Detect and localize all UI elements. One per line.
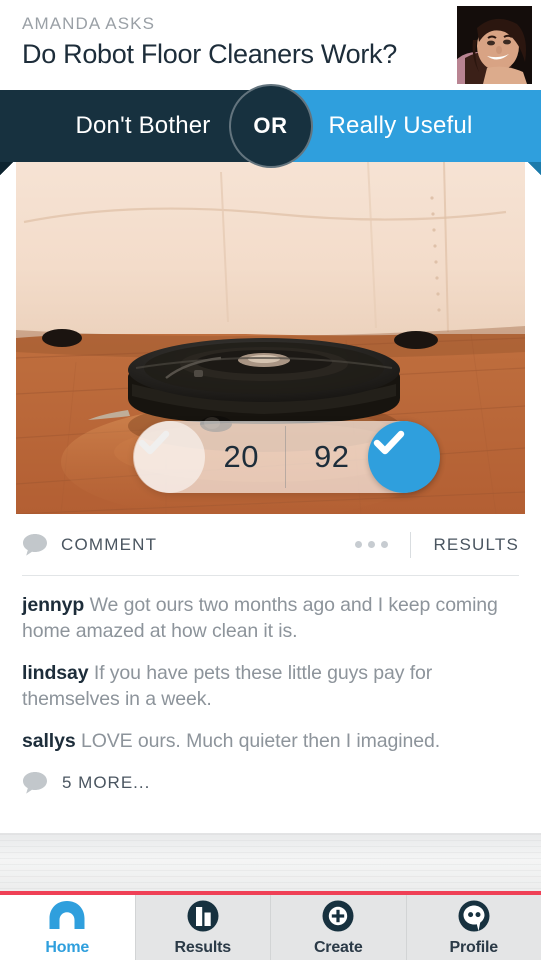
avatar[interactable] [457, 6, 532, 84]
speech-face-icon [458, 900, 490, 931]
question-photo[interactable]: 20 92 [16, 162, 525, 514]
comment-username[interactable]: sallys [22, 730, 76, 752]
vote-count-pill: 20 92 [133, 421, 440, 493]
nav-label-results: Results [174, 938, 232, 956]
nav-label-home: Home [45, 938, 90, 956]
list-item[interactable]: lindsay If you have pets these little gu… [22, 661, 519, 713]
comment-button[interactable]: COMMENT [22, 533, 157, 557]
nav-label-create: Create [313, 938, 363, 956]
ribbon-notch-right [528, 162, 541, 175]
vote-option-bar: Don't Bother Really Useful OR [0, 84, 541, 175]
next-card-peek[interactable] [0, 833, 541, 892]
bar-chart-circle-icon [187, 900, 219, 931]
comment-username[interactable]: lindsay [22, 662, 89, 684]
bottom-navigation: Home Results Create Profile [0, 895, 541, 960]
action-bar-divider [410, 531, 412, 558]
nav-item-home[interactable]: Home [0, 895, 136, 960]
nav-label-profile: Profile [449, 938, 499, 956]
ribbon-notch-left [0, 162, 13, 175]
question-header: AMANDA ASKS Do Robot Floor Cleaners Work… [0, 0, 541, 90]
page-title: Do Robot Floor Cleaners Work? [22, 39, 397, 69]
more-comments-button[interactable]: 5 MORE... [22, 771, 519, 795]
comment-username[interactable]: jennyp [22, 594, 84, 616]
vote-count-left: 20 [223, 439, 259, 474]
action-bar: COMMENT RESULTS [22, 514, 519, 576]
home-arch-icon [49, 900, 85, 929]
app-screen: AMANDA ASKS Do Robot Floor Cleaners Work… [0, 0, 541, 960]
check-icon-unselected [138, 430, 170, 455]
nav-item-profile[interactable]: Profile [407, 895, 541, 960]
ellipsis-icon[interactable] [355, 541, 389, 548]
comment-label: COMMENT [61, 534, 158, 554]
more-comments-label: 5 MORE... [62, 772, 151, 792]
or-divider-badge: OR [228, 84, 313, 168]
list-item[interactable]: sallys LOVE ours. Much quieter then I im… [22, 729, 519, 755]
list-item[interactable]: jennyp We got ours two months ago and I … [22, 593, 519, 645]
comment-list: jennyp We got ours two months ago and I … [0, 576, 541, 795]
check-icon-selected [373, 430, 405, 455]
vote-button-left[interactable] [133, 421, 205, 493]
speech-bubble-icon [23, 771, 47, 794]
nav-item-results[interactable]: Results [136, 895, 271, 960]
nav-item-create[interactable]: Create [271, 895, 407, 960]
vote-count-right: 92 [314, 439, 350, 474]
comment-text: LOVE ours. Much quieter then I imagined. [80, 729, 441, 752]
comment-text: We got ours two months ago and I keep co… [22, 594, 498, 642]
plus-circle-icon [322, 900, 354, 931]
asker-name: AMANDA ASKS [22, 14, 156, 33]
speech-bubble-icon [23, 533, 47, 556]
vote-button-right[interactable] [368, 421, 440, 493]
results-button[interactable]: RESULTS [433, 535, 519, 555]
user-photo-avatar [457, 6, 532, 84]
